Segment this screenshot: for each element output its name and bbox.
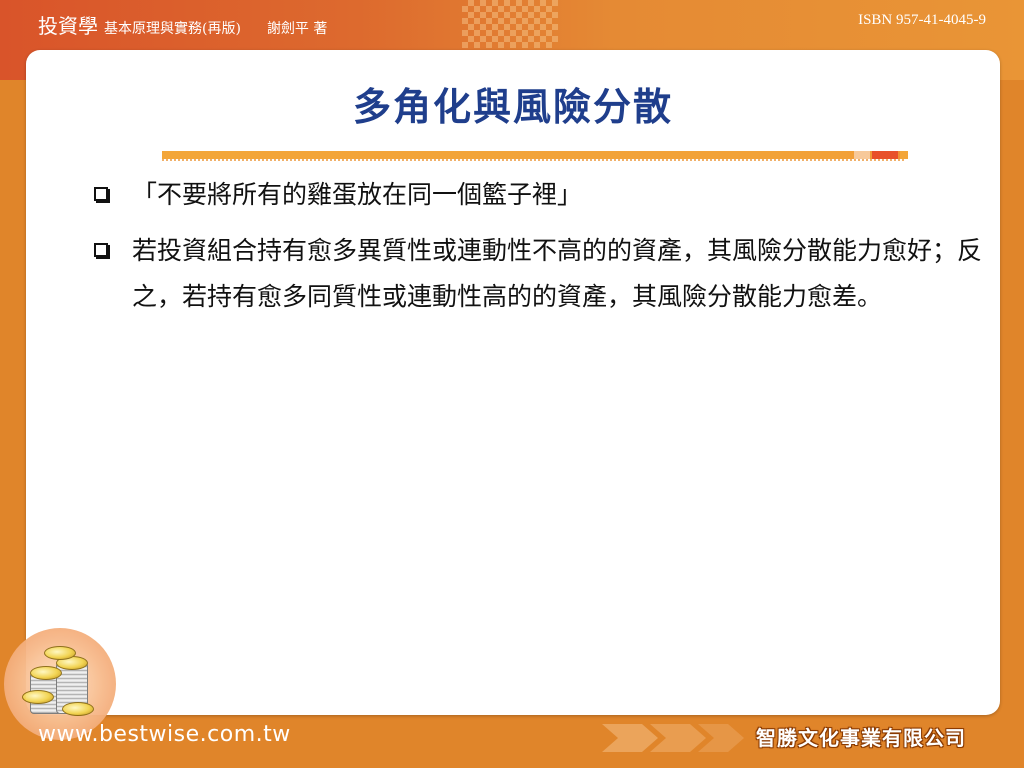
book-author: 謝劍平 著 — [266, 21, 328, 37]
book-header: 投資學 基本原理與實務(再版) 謝劍平 著 — [38, 10, 327, 39]
checkbox-square-icon — [94, 243, 108, 257]
underline-accent-red — [872, 151, 898, 159]
coin-icon — [62, 702, 94, 716]
slide-title: 多角化與風險分散 — [352, 85, 673, 129]
checkbox-square-icon — [94, 187, 108, 201]
bullet-text: 「不要將所有的雞蛋放在同一個籃子裡」 — [132, 180, 583, 209]
coin-icon — [22, 690, 54, 704]
underline-accent-orange — [900, 151, 908, 159]
footer-url[interactable]: www.bestwise.com.tw — [38, 722, 291, 747]
bullet-list: 「不要將所有的雞蛋放在同一個籃子裡」 若投資組合持有愈多異質性或連動性不高的的資… — [94, 172, 984, 330]
underline-accent-light — [854, 151, 870, 159]
arrow-right-icon — [602, 724, 744, 752]
title-underline-dots — [162, 159, 906, 161]
title-underline — [162, 151, 906, 159]
isbn-label: ISBN 957-41-4045-9 — [858, 12, 986, 28]
bullet-item: 「不要將所有的雞蛋放在同一個籃子裡」 — [94, 172, 984, 218]
coin-icon — [44, 646, 76, 660]
checker-pattern — [462, 0, 558, 48]
company-name: 智勝文化事業有限公司 — [756, 726, 966, 750]
coin-icon — [30, 666, 62, 680]
bullet-text: 若投資組合持有愈多異質性或連動性不高的的資產，其風險分散能力愈好；反之，若持有愈… — [132, 236, 983, 311]
bullet-item: 若投資組合持有愈多異質性或連動性不高的的資產，其風險分散能力愈好；反之，若持有愈… — [94, 228, 984, 320]
book-name: 投資學 — [38, 14, 98, 38]
book-subtitle: 基本原理與實務(再版) — [104, 21, 241, 37]
content-card: 多角化與風險分散 「不要將所有的雞蛋放在同一個籃子裡」 若投資組合持有愈多異質性… — [26, 50, 1000, 715]
slide-frame: 投資學 基本原理與實務(再版) 謝劍平 著 ISBN 957-41-4045-9 多… — [0, 0, 1024, 768]
